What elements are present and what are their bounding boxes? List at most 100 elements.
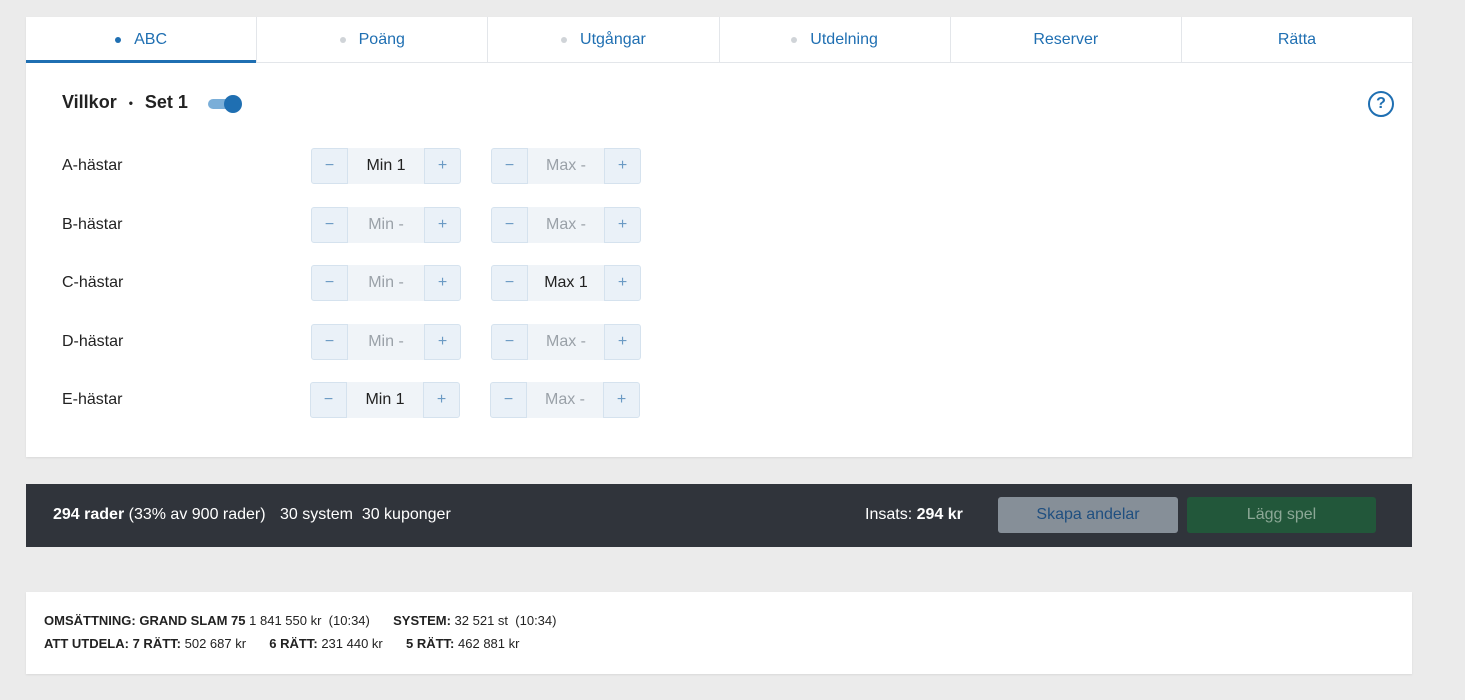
r6-label: 6 RÄTT: xyxy=(269,636,318,651)
tab-dot-icon xyxy=(339,36,346,43)
tab-reserver[interactable]: Reserver xyxy=(951,17,1182,62)
help-icon[interactable]: ? xyxy=(1368,91,1394,117)
min-stepper: − Min 1 + xyxy=(310,382,460,418)
min-value: Min - xyxy=(348,265,424,301)
conditions-title: Villkor xyxy=(62,92,117,112)
increase-max-button[interactable]: + xyxy=(604,324,641,360)
tab-label: Poäng xyxy=(358,30,405,48)
place-bet-button[interactable]: Lägg spel xyxy=(1187,497,1376,533)
max-value: Max - xyxy=(527,382,603,418)
tab-label: ABC xyxy=(134,30,168,48)
payout-line: ATT UTDELA: 7 RÄTT: 502 687 kr 6 RÄTT: 2… xyxy=(44,636,519,651)
max-stepper: − Max - + xyxy=(490,382,640,418)
tab-label: Utdelning xyxy=(810,30,878,48)
increase-max-button[interactable]: + xyxy=(603,382,640,418)
summary-bar: 294 rader (33% av 900 rader) 30 system 3… xyxy=(26,484,1412,547)
row-label: C-hästar xyxy=(62,274,124,291)
decrease-max-button[interactable]: − xyxy=(491,324,528,360)
decrease-max-button[interactable]: − xyxy=(490,382,527,418)
tab-dot-icon xyxy=(561,36,568,43)
decrease-min-button[interactable]: − xyxy=(311,148,348,184)
min-value: Min 1 xyxy=(347,382,423,418)
create-shares-button[interactable]: Skapa andelar xyxy=(998,497,1178,533)
r7-label: 7 RÄTT: xyxy=(132,636,181,651)
rows-summary: 294 rader (33% av 900 rader) xyxy=(53,506,266,524)
rows-percent: (33% av 900 rader) xyxy=(128,506,266,523)
game-name: GRAND SLAM 75 xyxy=(139,613,246,628)
coupons-count: 30 kuponger xyxy=(361,506,451,523)
increase-max-button[interactable]: + xyxy=(604,207,641,243)
systems-count: 30 system xyxy=(280,506,353,523)
min-value: Min - xyxy=(348,324,424,360)
condition-row-b: B-hästar − Min - + − Max - + xyxy=(26,207,1412,243)
max-value: Max - xyxy=(528,148,604,184)
increase-max-button[interactable]: + xyxy=(604,148,641,184)
increase-max-button[interactable]: + xyxy=(604,265,641,301)
condition-row-c: C-hästar − Min - + − Max 1 + xyxy=(26,265,1412,301)
min-stepper: − Min - + xyxy=(311,265,461,301)
decrease-max-button[interactable]: − xyxy=(491,148,528,184)
increase-min-button[interactable]: + xyxy=(423,382,460,418)
tab-dot-icon xyxy=(115,36,122,43)
increase-min-button[interactable]: + xyxy=(424,207,461,243)
min-value: Min 1 xyxy=(348,148,424,184)
systems-summary: 30 system 30 kuponger xyxy=(280,506,451,524)
set-toggle[interactable] xyxy=(207,94,242,113)
increase-min-button[interactable]: + xyxy=(424,265,461,301)
min-value: Min - xyxy=(348,207,424,243)
turnover-line: OMSÄTTNING: GRAND SLAM 75 1 841 550 kr (… xyxy=(44,613,556,628)
tab-abc[interactable]: ABC xyxy=(26,17,258,63)
stake: Insats: 294 kr xyxy=(865,506,963,524)
max-stepper: − Max - + xyxy=(491,324,641,360)
tab-utdelning[interactable]: Utdelning xyxy=(720,17,951,62)
conditions-header: Villkor • Set 1 xyxy=(62,92,242,113)
tab-poang[interactable]: Poäng xyxy=(257,17,489,62)
tab-label: Utgångar xyxy=(580,30,646,48)
condition-row-d: D-hästar − Min - + − Max - + xyxy=(26,324,1412,360)
decrease-max-button[interactable]: − xyxy=(491,207,528,243)
min-stepper: − Min 1 + xyxy=(311,148,461,184)
row-label: A-hästar xyxy=(62,157,123,174)
max-stepper: − Max - + xyxy=(491,207,641,243)
max-stepper: − Max 1 + xyxy=(491,265,641,301)
condition-row-a: A-hästar − Min 1 + − Max - + xyxy=(26,148,1412,184)
stake-label: Insats: xyxy=(865,506,913,523)
tab-bar: ABC Poäng Utgångar Utdelning Reserver Rä… xyxy=(26,17,1412,63)
row-label: E-hästar xyxy=(62,391,123,408)
set-label: Set 1 xyxy=(144,92,188,112)
game-info-panel: OMSÄTTNING: GRAND SLAM 75 1 841 550 kr (… xyxy=(26,592,1412,674)
tab-dot-icon xyxy=(791,36,798,43)
r7-value: 502 687 kr xyxy=(184,636,247,651)
max-value: Max - xyxy=(528,324,604,360)
decrease-max-button[interactable]: − xyxy=(491,265,528,301)
r5-value: 462 881 kr xyxy=(458,636,520,651)
condition-row-e: E-hästar − Min 1 + − Max - + xyxy=(26,382,1412,418)
decrease-min-button[interactable]: − xyxy=(311,324,348,360)
payout-label: ATT UTDELA: xyxy=(44,636,129,651)
bullet-separator: • xyxy=(128,95,133,110)
tab-label: Rätta xyxy=(1277,30,1317,48)
tab-label: Reserver xyxy=(1033,30,1099,48)
increase-min-button[interactable]: + xyxy=(424,148,461,184)
tab-ratta[interactable]: Rätta xyxy=(1182,17,1412,62)
turnover-value: 1 841 550 kr xyxy=(249,613,322,628)
turnover-label: OMSÄTTNING: xyxy=(44,613,136,628)
system-label: SYSTEM: xyxy=(393,613,451,628)
r5-label: 5 RÄTT: xyxy=(406,636,455,651)
decrease-min-button[interactable]: − xyxy=(311,207,348,243)
max-stepper: − Max - + xyxy=(491,148,641,184)
r6-value: 231 440 kr xyxy=(321,636,383,651)
turnover-time: (10:34) xyxy=(328,613,370,628)
toggle-knob xyxy=(223,94,242,113)
min-stepper: − Min - + xyxy=(311,324,461,360)
system-value: 32 521 st xyxy=(454,613,509,628)
increase-min-button[interactable]: + xyxy=(424,324,461,360)
stake-value: 294 kr xyxy=(916,506,963,523)
system-time: (10:34) xyxy=(515,613,557,628)
abc-panel: ABC Poäng Utgångar Utdelning Reserver Rä… xyxy=(26,17,1412,457)
row-label: D-hästar xyxy=(62,333,124,350)
max-value: Max - xyxy=(528,207,604,243)
tab-utgangar[interactable]: Utgångar xyxy=(488,17,720,62)
decrease-min-button[interactable]: − xyxy=(310,382,347,418)
decrease-min-button[interactable]: − xyxy=(311,265,348,301)
